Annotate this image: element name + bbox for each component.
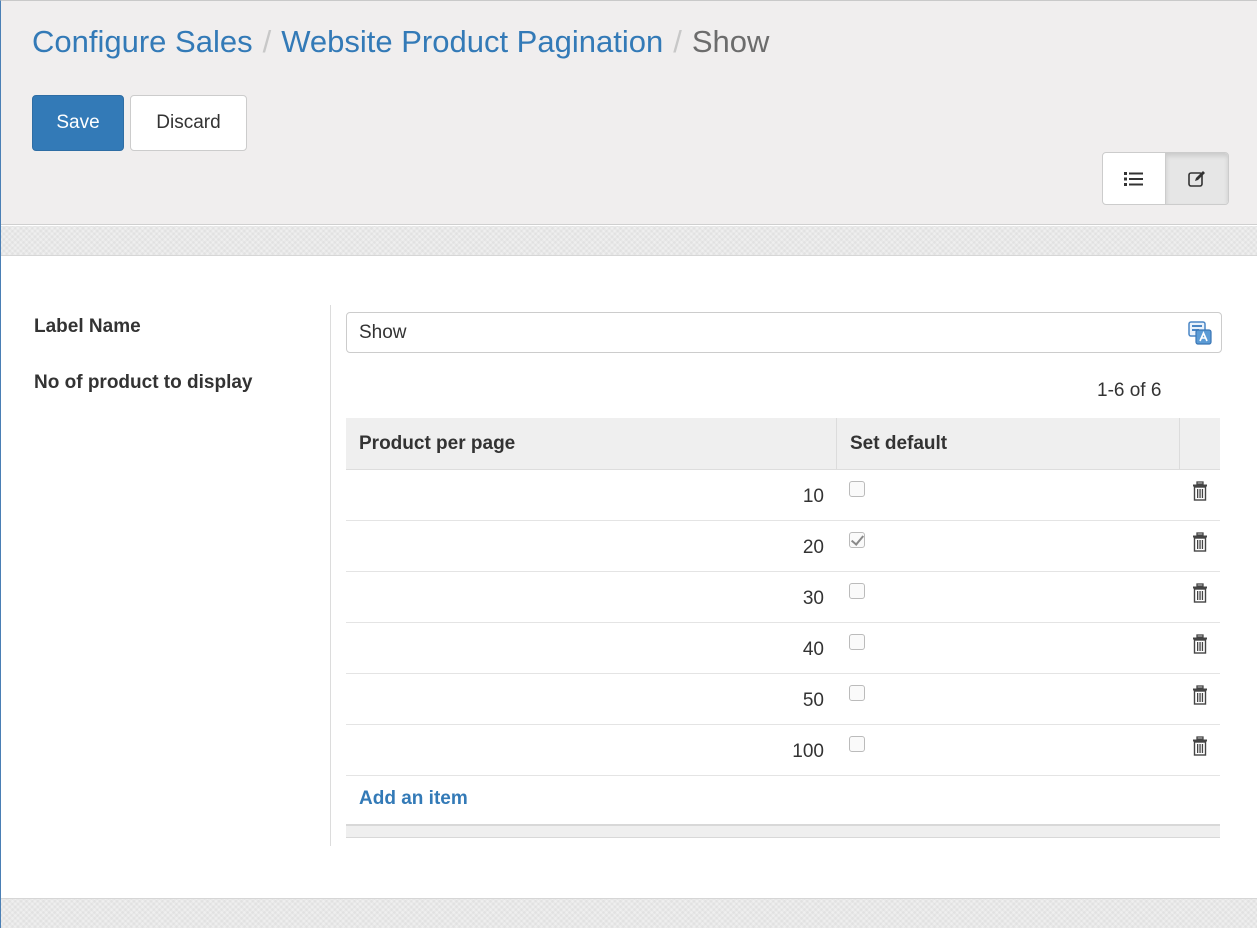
product-per-page-cell: 40	[802, 639, 824, 660]
view-switcher	[1102, 152, 1229, 205]
column-header-set-default[interactable]: Set default	[836, 418, 1179, 469]
table-row[interactable]: 20	[346, 521, 1220, 572]
save-button[interactable]: Save	[32, 95, 124, 151]
breadcrumb: Configure Sales / Website Product Paginati…	[32, 22, 769, 62]
column-divider	[330, 305, 331, 846]
set-default-checkbox[interactable]	[849, 532, 865, 548]
table-row[interactable]: 100	[346, 725, 1220, 776]
breadcrumb-website-product-pagination[interactable]: Website Product Pagination	[281, 24, 663, 59]
list-footer	[346, 824, 1220, 838]
trash-icon[interactable]	[1192, 532, 1208, 552]
product-per-page-cell: 100	[792, 741, 824, 762]
product-per-page-cell: 30	[802, 588, 824, 609]
label-name-value: Show	[359, 322, 407, 343]
list-view-button[interactable]	[1103, 153, 1165, 204]
list-header: Product per page Set default	[346, 418, 1220, 470]
form-view-button[interactable]	[1165, 153, 1228, 204]
trash-icon[interactable]	[1192, 736, 1208, 756]
add-item-link[interactable]: Add an item	[346, 776, 1220, 824]
product-per-page-cell: 10	[802, 486, 824, 507]
table-row[interactable]: 10	[346, 470, 1220, 521]
top-divider	[1, 226, 1257, 256]
table-row[interactable]: 30	[346, 572, 1220, 623]
trash-icon[interactable]	[1192, 685, 1208, 705]
bottom-divider	[1, 898, 1257, 928]
column-header-product-per-page[interactable]: Product per page	[346, 418, 836, 469]
control-panel: Configure Sales / Website Product Paginati…	[1, 1, 1257, 225]
product-per-page-list: Product per page Set default 10 20 30 40…	[346, 418, 1220, 838]
trash-icon[interactable]	[1192, 634, 1208, 654]
edit-icon	[1188, 170, 1205, 187]
set-default-checkbox[interactable]	[849, 481, 865, 497]
trash-icon[interactable]	[1192, 583, 1208, 603]
set-default-checkbox[interactable]	[849, 583, 865, 599]
product-per-page-cell: 50	[802, 690, 824, 711]
pager-value[interactable]: 1-6 of 6	[1097, 380, 1161, 402]
breadcrumb-separator: /	[262, 24, 272, 59]
set-default-checkbox[interactable]	[849, 685, 865, 701]
set-default-checkbox[interactable]	[849, 736, 865, 752]
table-row[interactable]: 40	[346, 623, 1220, 674]
breadcrumb-configure-sales[interactable]: Configure Sales	[32, 24, 253, 59]
products-to-display-label: No of product to display	[34, 372, 253, 393]
translate-icon[interactable]	[1187, 320, 1213, 346]
list-icon	[1124, 171, 1143, 186]
trash-icon[interactable]	[1192, 481, 1208, 501]
breadcrumb-current: Show	[691, 24, 770, 59]
set-default-checkbox[interactable]	[849, 634, 865, 650]
label-name-label: Label Name	[34, 316, 141, 337]
discard-button[interactable]: Discard	[130, 95, 247, 151]
table-row[interactable]: 50	[346, 674, 1220, 725]
product-per-page-cell: 20	[802, 537, 824, 558]
label-name-input[interactable]: Show	[346, 312, 1222, 353]
breadcrumb-separator: /	[673, 24, 682, 59]
column-header-actions	[1179, 418, 1220, 469]
